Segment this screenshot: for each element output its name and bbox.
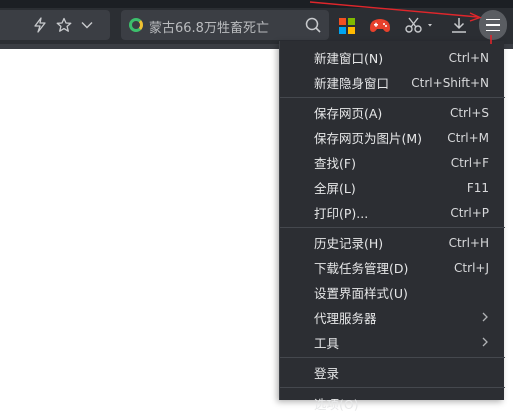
menu-item-history[interactable]: 历史记录(H) Ctrl+H <box>280 230 505 255</box>
menu-item-options[interactable]: 选项(O) <box>280 391 505 416</box>
chevron-down-icon[interactable] <box>78 14 96 36</box>
search-icon[interactable] <box>303 15 323 35</box>
menu-separator <box>280 357 505 358</box>
menu-item-interface-style[interactable]: 设置界面样式(U) <box>280 280 505 305</box>
main-menu: 新建窗口(N) Ctrl+N 新建隐身窗口 Ctrl+Shift+N 保存网页(… <box>279 41 505 412</box>
menu-item-tools[interactable]: 工具 <box>280 330 505 355</box>
star-icon[interactable] <box>54 14 74 36</box>
menu-item-save-page-as-image[interactable]: 保存网页为图片(M) Ctrl+M <box>280 125 505 150</box>
menu-icon[interactable] <box>479 10 507 40</box>
menu-separator <box>280 227 505 228</box>
search-input[interactable]: 蒙古66.8万牲畜死亡 <box>149 17 269 36</box>
menu-item-find[interactable]: 查找(F) Ctrl+F <box>280 150 505 175</box>
window-top-strip <box>0 0 513 8</box>
search-engine-logo-icon <box>129 18 143 32</box>
menu-item-fullscreen[interactable]: 全屏(L) F11 <box>280 175 505 200</box>
download-icon[interactable] <box>448 14 470 36</box>
chevron-right-icon <box>481 336 489 350</box>
menu-item-download-manager[interactable]: 下载任务管理(D) Ctrl+J <box>280 255 505 280</box>
browser-toolbar: 蒙古66.8万牲畜死亡 <box>0 8 513 44</box>
menu-separator <box>280 97 505 98</box>
menu-item-new-window[interactable]: 新建窗口(N) Ctrl+N <box>280 45 505 70</box>
menu-item-save-page[interactable]: 保存网页(A) Ctrl+S <box>280 100 505 125</box>
menu-item-new-incognito-window[interactable]: 新建隐身窗口 Ctrl+Shift+N <box>280 70 505 95</box>
lightning-icon[interactable] <box>30 14 50 36</box>
chevron-right-icon <box>481 311 489 325</box>
menu-separator <box>280 387 505 388</box>
menu-item-login[interactable]: 登录 <box>280 360 505 385</box>
microsoft-icon[interactable] <box>339 18 355 34</box>
scissors-icon[interactable] <box>404 14 434 36</box>
game-icon[interactable] <box>369 16 391 36</box>
search-box[interactable]: 蒙古66.8万牲畜死亡 <box>121 10 329 40</box>
menu-item-print[interactable]: 打印(P)... Ctrl+P <box>280 200 505 225</box>
menu-item-proxy-server[interactable]: 代理服务器 <box>280 305 505 330</box>
